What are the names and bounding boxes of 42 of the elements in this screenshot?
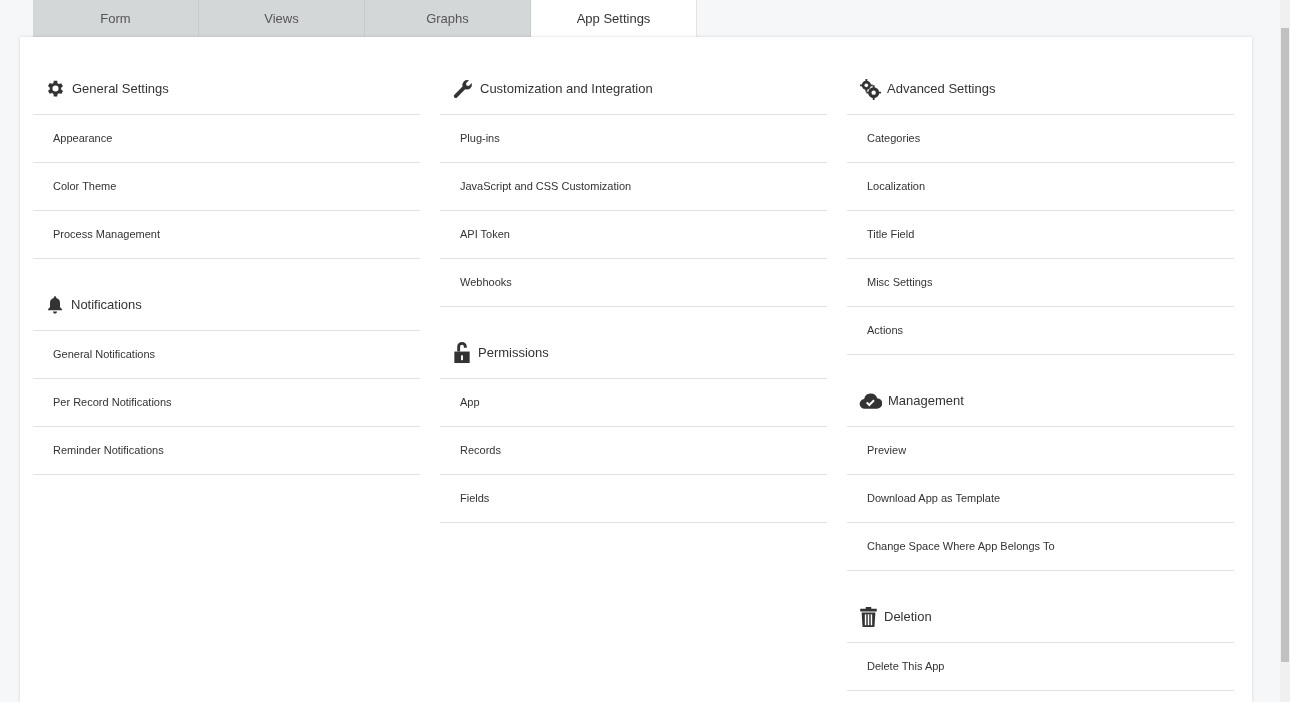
gear-icon xyxy=(45,78,66,99)
settings-link[interactable]: Misc Settings xyxy=(867,274,933,291)
tab[interactable]: Graphs xyxy=(365,0,531,37)
settings-link[interactable]: Color Theme xyxy=(53,178,117,195)
settings-link[interactable]: Appearance xyxy=(53,130,113,147)
settings-link[interactable]: Fields xyxy=(460,490,490,507)
tab[interactable]: Views xyxy=(199,0,365,37)
settings-link[interactable]: Webhooks xyxy=(460,274,512,291)
section-heading: Management xyxy=(888,391,964,410)
gears-icon xyxy=(859,77,881,100)
section-heading: Customization and Integration xyxy=(480,79,653,98)
section-heading: General Settings xyxy=(72,79,169,98)
settings-link[interactable]: Localization xyxy=(867,178,926,195)
settings-link[interactable]: General Notifications xyxy=(53,346,156,363)
tab[interactable]: App Settings xyxy=(531,0,697,37)
scrollbar[interactable] xyxy=(1280,0,1290,702)
cloud-check-icon xyxy=(859,391,882,410)
settings-link[interactable]: API Token xyxy=(460,226,510,243)
section-heading: Notifications xyxy=(71,295,142,314)
settings-link[interactable]: App xyxy=(460,394,480,411)
settings-link[interactable]: Download App as Template xyxy=(867,490,1001,507)
section-heading: Advanced Settings xyxy=(887,79,996,98)
tab[interactable]: Form xyxy=(33,0,199,37)
scrollbar-thumb[interactable] xyxy=(1281,28,1289,662)
section-heading: Deletion xyxy=(884,607,932,626)
settings-link[interactable]: Records xyxy=(460,442,501,459)
settings-link[interactable]: Actions xyxy=(867,322,904,339)
settings-link[interactable]: Process Management xyxy=(53,226,160,243)
settings-link[interactable]: Reminder Notifications xyxy=(53,442,164,459)
settings-link[interactable]: Title Field xyxy=(867,226,915,243)
settings-link[interactable]: Categories xyxy=(867,130,921,147)
settings-link[interactable]: Preview xyxy=(867,442,907,459)
settings-link[interactable]: JavaScript and CSS Customization xyxy=(460,178,632,195)
settings-link[interactable]: Delete This App xyxy=(867,658,945,675)
section-heading: Permissions xyxy=(478,343,549,362)
trash-icon xyxy=(859,605,878,628)
unlocked-padlock-icon xyxy=(452,341,472,364)
settings-link[interactable]: Change Space Where App Belongs To xyxy=(867,538,1055,555)
settings-link[interactable]: Per Record Notifications xyxy=(53,394,172,411)
wrench-icon xyxy=(452,77,474,100)
settings-link[interactable]: Plug-ins xyxy=(460,130,500,147)
bell-icon xyxy=(45,294,65,315)
